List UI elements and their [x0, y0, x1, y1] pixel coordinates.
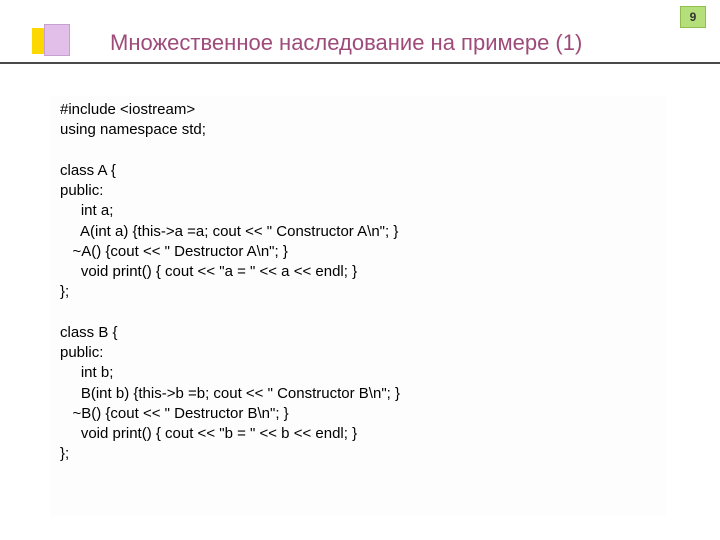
slide-decoration: [32, 24, 86, 58]
title-underline: [0, 62, 720, 64]
code-block: #include <iostream> using namespace std;…: [50, 96, 666, 516]
page-number: 9: [680, 6, 706, 28]
slide-title: Множественное наследование на примере (1…: [110, 30, 582, 56]
